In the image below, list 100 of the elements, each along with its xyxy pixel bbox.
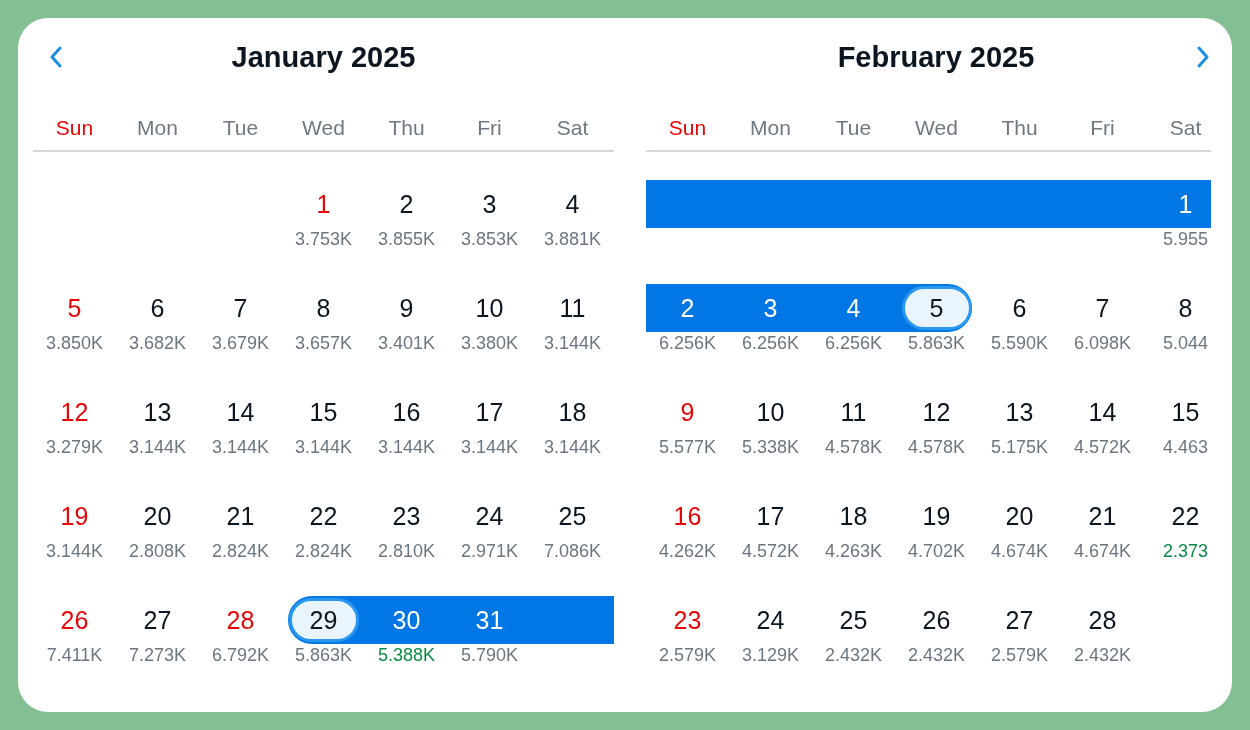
price-label: 4.578K [907, 437, 966, 458]
day-button[interactable]: 13 [143, 397, 172, 427]
day-button[interactable]: 28 [226, 605, 255, 635]
day-button[interactable]: 13 [1005, 397, 1034, 427]
day-button[interactable]: 14 [1088, 397, 1117, 427]
price-label: 4.572K [1073, 437, 1132, 458]
price-label: 3.850K [45, 333, 104, 354]
price-label: 4.572K [741, 541, 800, 562]
day-button[interactable]: 23 [673, 605, 702, 635]
price-label: 3.401K [377, 333, 436, 354]
day-button[interactable]: 28 [1088, 605, 1117, 635]
price-label: 4.463 [1162, 437, 1208, 458]
weekday-label: Thu [388, 116, 425, 140]
day-button[interactable]: 30 [392, 605, 421, 635]
weekday-label: Sun [55, 116, 94, 140]
day-button[interactable]: 18 [839, 501, 868, 531]
day-button[interactable]: 15 [309, 397, 338, 427]
day-button[interactable]: 15 [1171, 397, 1200, 427]
weekday-label: Sat [556, 116, 589, 140]
day-button[interactable]: 11 [840, 397, 867, 427]
day-button[interactable]: 16 [392, 397, 421, 427]
weekday-label: Wed [302, 116, 345, 140]
price-label: 6.792K [211, 645, 270, 666]
day-button[interactable]: 29 [288, 598, 359, 642]
day-button[interactable]: 11 [559, 293, 586, 323]
day-button[interactable]: 31 [475, 605, 504, 635]
price-label: 3.380K [460, 333, 519, 354]
day-button[interactable]: 9 [680, 397, 695, 427]
day-button[interactable]: 25 [839, 605, 868, 635]
day-button[interactable]: 4 [846, 293, 861, 323]
price-label: 7.273K [128, 645, 187, 666]
day-button[interactable]: 22 [309, 501, 338, 531]
weekday-label: Mon [750, 116, 791, 140]
day-button[interactable]: 7 [1095, 293, 1110, 323]
day-button[interactable]: 17 [475, 397, 504, 427]
price-label: 6.256K [741, 333, 800, 354]
day-button[interactable]: 12 [60, 397, 89, 427]
day-button[interactable]: 26 [60, 605, 89, 635]
price-label: 6.098K [1073, 333, 1132, 354]
price-label: 2.432K [907, 645, 966, 666]
day-button[interactable]: 20 [1005, 501, 1034, 531]
weekday-label: Tue [222, 116, 259, 140]
day-button[interactable]: 2 [399, 189, 414, 219]
price-label: 5.790K [460, 645, 519, 666]
day-button[interactable]: 27 [143, 605, 172, 635]
day-button[interactable]: 6 [1012, 293, 1027, 323]
day-button[interactable]: 14 [226, 397, 255, 427]
price-label: 4.578K [824, 437, 883, 458]
day-button[interactable]: 24 [475, 501, 504, 531]
day-button[interactable]: 5 [901, 286, 972, 330]
day-button[interactable]: 1 [316, 189, 331, 219]
day-button[interactable]: 22 [1171, 501, 1200, 531]
day-button[interactable]: 10 [756, 397, 785, 427]
day-button[interactable]: 5 [67, 293, 82, 323]
weekday-label: Wed [915, 116, 958, 140]
price-label: 5.577K [658, 437, 717, 458]
day-button[interactable]: 25 [558, 501, 587, 531]
price-label: 2.824K [211, 541, 270, 562]
day-button[interactable]: 3 [482, 189, 497, 219]
day-button[interactable]: 24 [756, 605, 785, 635]
price-label: 2.373 [1162, 541, 1208, 562]
day-button[interactable]: 4 [565, 189, 580, 219]
month-title: February 2025 [836, 40, 1036, 74]
day-button[interactable]: 10 [475, 293, 504, 323]
price-label: 5.044 [1162, 333, 1208, 354]
price-label: 2.971K [460, 541, 519, 562]
price-label: 2.824K [294, 541, 353, 562]
day-button[interactable]: 12 [922, 397, 951, 427]
day-button[interactable]: 8 [316, 293, 331, 323]
price-label: 2.579K [658, 645, 717, 666]
day-button[interactable]: 27 [1005, 605, 1034, 635]
day-button[interactable]: 19 [60, 501, 89, 531]
weekday-label: Mon [137, 116, 178, 140]
day-button[interactable]: 20 [143, 501, 172, 531]
day-button[interactable]: 21 [1088, 501, 1117, 531]
day-button[interactable]: 6 [150, 293, 165, 323]
price-label: 3.144K [45, 541, 104, 562]
range-band [1144, 180, 1211, 228]
day-button[interactable]: 1 [1178, 189, 1193, 219]
day-button[interactable]: 16 [673, 501, 702, 531]
price-label: 3.853K [460, 229, 519, 250]
price-label: 3.144K [543, 437, 602, 458]
day-button[interactable]: 3 [763, 293, 778, 323]
day-button[interactable]: 18 [558, 397, 587, 427]
day-button[interactable]: 7 [233, 293, 248, 323]
price-label: 4.674K [990, 541, 1049, 562]
price-label: 3.753K [294, 229, 353, 250]
day-button[interactable]: 8 [1178, 293, 1193, 323]
price-label: 2.579K [990, 645, 1049, 666]
chevron-right-icon [1196, 45, 1210, 69]
day-button[interactable]: 23 [392, 501, 421, 531]
price-label: 3.144K [460, 437, 519, 458]
price-label: 3.144K [543, 333, 602, 354]
day-button[interactable]: 21 [226, 501, 255, 531]
price-label: 4.702K [907, 541, 966, 562]
day-button[interactable]: 19 [922, 501, 951, 531]
day-button[interactable]: 2 [680, 293, 695, 323]
day-button[interactable]: 17 [756, 501, 785, 531]
day-button[interactable]: 26 [922, 605, 951, 635]
day-button[interactable]: 9 [399, 293, 414, 323]
